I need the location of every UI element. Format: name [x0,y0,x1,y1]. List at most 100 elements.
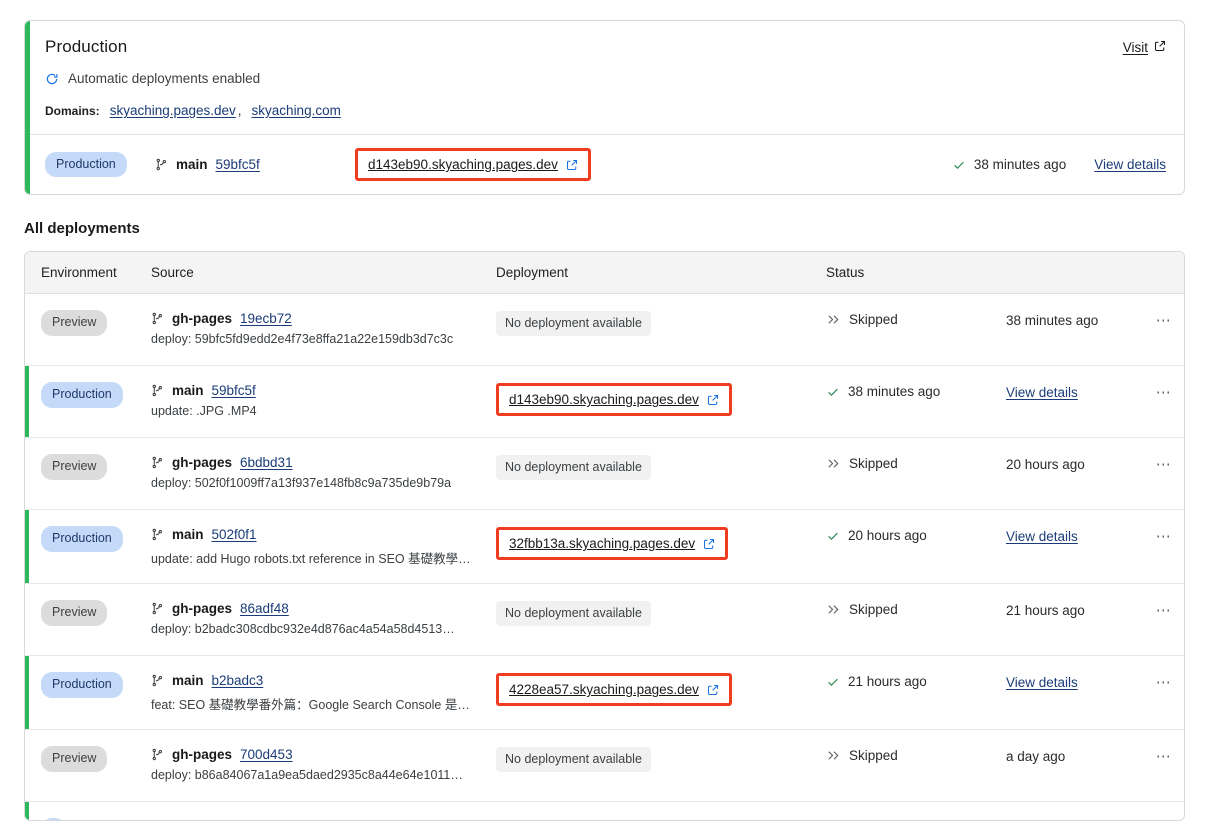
git-branch-icon [151,748,164,761]
kebab-menu-icon[interactable]: ⋯ [1156,384,1173,401]
column-header-deployment: Deployment [496,265,569,280]
time-cell: View details [1006,526,1144,546]
row-menu-cell[interactable]: ⋯ [1144,526,1184,546]
status-text: Skipped [849,602,898,617]
kebab-menu-icon[interactable]: ⋯ [1156,748,1173,765]
git-branch-icon [151,384,164,397]
deployment-url-text: 32fbb13a.skyaching.pages.dev [509,536,696,551]
deployment-url-text: d143eb90.skyaching.pages.dev [509,392,699,407]
deployment-cell: No deployment available [496,746,826,772]
source-cell: gh-pages 19ecb72 deploy: 59bfc5fd9edd2e4f7… [151,310,496,346]
branch-name: main [176,157,208,172]
status-cell: Skipped [826,310,1006,332]
commit-link[interactable]: 86adf48 [240,601,289,616]
check-icon [826,385,840,399]
status-badge: Preview [41,454,108,480]
source-branch-row: main b2badc3 [151,673,496,688]
commit-link[interactable]: b2badc3 [212,673,264,688]
view-details-link[interactable]: View details [1006,385,1078,400]
deployment-url-link[interactable]: 32fbb13a.skyaching.pages.dev [496,527,729,560]
commit-message: deploy: b2badc308cdbc932e4d876ac4a54a58d… [151,622,455,636]
row-menu-cell[interactable]: ⋯ [1144,600,1184,620]
commit-message: deploy: 502f0f1009ff7a13f937e148fb8c9a73… [151,476,452,490]
status-success: 21 hours ago [826,674,927,689]
status-cell: 20 hours ago [826,526,1006,548]
row-menu-cell[interactable]: ⋯ [1144,672,1184,692]
visit-link[interactable]: Visit [1123,37,1166,55]
production-accent-bar [25,21,30,194]
double-chevron-icon [826,456,841,471]
source-branch-row: gh-pages 700d453 [151,747,496,762]
status-time: 38 minutes ago [973,157,1067,172]
environment-cell: Preview [41,310,151,336]
row-menu-cell[interactable]: ⋯ [1144,382,1184,402]
kebab-menu-icon[interactable]: ⋯ [1156,602,1173,619]
status-text: 21 hours ago [848,674,927,689]
status-success: 20 hours ago [826,528,927,543]
deployment-url-link[interactable]: d143eb90.skyaching.pages.dev [355,148,591,181]
branch-name: gh-pages [172,747,233,762]
commit-link[interactable]: 59bfc5f [216,157,260,172]
view-details-link[interactable]: View details [1094,157,1166,172]
sync-icon [45,72,59,86]
row-menu-cell[interactable]: ⋯ [1144,310,1184,330]
environment-cell: Production [41,382,151,408]
time-cell: View details [1006,672,1144,692]
status-text: Skipped [849,456,898,471]
view-details-link[interactable]: View details [1006,529,1078,544]
visit-label: Visit [1122,40,1148,55]
commit-link[interactable]: 502f0f1 [212,527,257,542]
environment-cell: Production [41,526,151,552]
time-cell: a day ago [1006,746,1144,766]
source-cell: gh-pages 86adf48 deploy: b2badc308cdbc932e… [151,600,496,636]
kebab-menu-icon[interactable]: ⋯ [1156,456,1173,473]
git-branch-icon [151,312,164,325]
source-branch-row: main 502f0f1 [151,527,496,542]
environment-cell: Preview [41,454,151,480]
production-card-deployment-row: Production main 59bfc5f d143eb90.skyachi… [25,134,1184,194]
production-card-env-cell: Production [45,151,155,178]
deployment-url-text: d143eb90.skyaching.pages.dev [368,157,558,172]
source-cell: gh-pages 6bdbd31 deploy: 502f0f1009ff7a13f… [151,454,496,490]
table-row: Production main 59bfc5f update: .JPG .MP4 d1… [25,366,1184,438]
view-details-link[interactable]: View details [1006,675,1078,690]
domain-link-2[interactable]: skyaching.com [252,103,341,118]
production-card-deployment-cell: d143eb90.skyaching.pages.dev [355,148,591,181]
status-text: Skipped [849,748,898,763]
git-branch-icon [155,158,168,171]
status-cell: Skipped [826,600,1006,622]
column-header-status: Status [826,265,865,280]
domain-link-1[interactable]: skyaching.pages.dev [110,103,236,118]
source-branch-row: gh-pages 19ecb72 [151,311,496,326]
row-menu-cell[interactable]: ⋯ [1144,746,1184,766]
external-link-icon [1154,40,1166,55]
commit-message: update: add Hugo robots.txt reference in… [151,552,471,566]
source-cell: main 59bfc5f update: .JPG .MP4 [151,382,496,418]
status-badge: Production [41,526,123,552]
row-menu-cell[interactable]: ⋯ [1144,454,1184,474]
status-badge [41,818,67,820]
environment-cell: Preview [41,600,151,626]
relative-time: 21 hours ago [1006,603,1085,618]
deployment-cell: 32fbb13a.skyaching.pages.dev [496,526,826,560]
kebab-menu-icon[interactable]: ⋯ [1156,674,1173,691]
table-row: Preview gh-pages 6bdbd31 deploy: 502f0f1009… [25,438,1184,510]
deployment-cell: No deployment available [496,600,826,626]
status-skipped: Skipped [826,748,898,763]
automatic-deployments-row: Automatic deployments enabled [45,71,1166,86]
deployment-url-link[interactable]: 4228ea57.skyaching.pages.dev [496,673,732,706]
commit-link[interactable]: 6bdbd31 [240,455,293,470]
deployment-cell: No deployment available [496,310,826,336]
commit-link[interactable]: 59bfc5f [212,383,256,398]
relative-time: 20 hours ago [1006,457,1085,472]
deployment-url-link[interactable]: d143eb90.skyaching.pages.dev [496,383,732,416]
deployment-cell: No deployment available [496,454,826,480]
kebab-menu-icon[interactable]: ⋯ [1156,528,1173,545]
kebab-menu-icon[interactable]: ⋯ [1156,312,1173,329]
commit-link[interactable]: 19ecb72 [240,311,292,326]
no-deployment-label: No deployment available [496,455,651,480]
table-row: Preview gh-pages 700d453 deploy: b86a84067a… [25,730,1184,802]
commit-link[interactable]: 700d453 [240,747,293,762]
status-skipped: Skipped [826,602,898,617]
status-cell: 21 hours ago [826,672,1006,694]
